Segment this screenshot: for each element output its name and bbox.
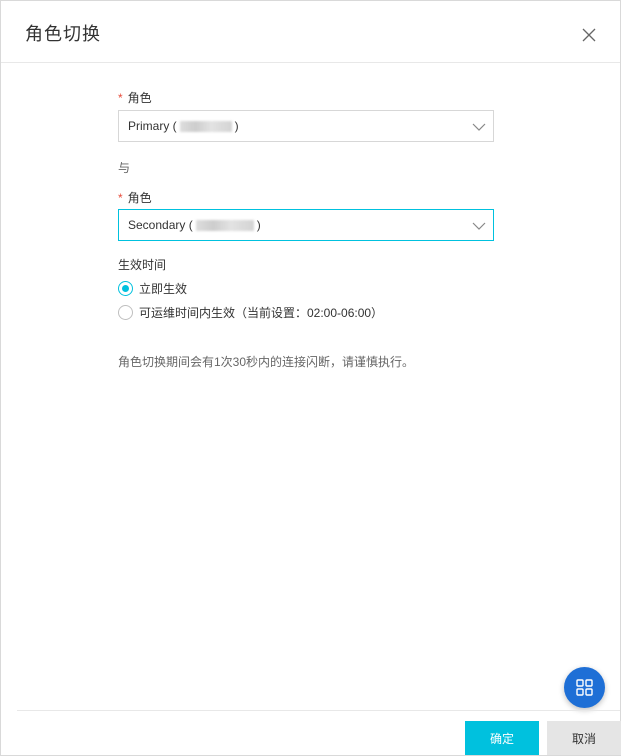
dialog-title: 角色切换 [25,24,101,44]
radio-maintenance-label: 可运维时间内生效（当前设置：02:00-06:00） [139,305,384,320]
required-mark: * [118,91,123,105]
radio-immediate[interactable]: 立即生效 [118,279,187,297]
grid-icon [576,679,593,696]
close-button[interactable] [579,25,599,45]
chevron-down-icon [472,222,486,230]
role2-value-suffix: ) [256,218,261,232]
role1-value-prefix: Primary ( [128,119,177,133]
required-mark: * [118,191,123,205]
floating-menu-button[interactable] [564,667,605,708]
role1-label: 角色 [127,91,152,105]
cancel-button[interactable]: 取消 [547,721,621,755]
footer-divider [17,710,620,711]
redacted-instance-id [195,220,254,232]
role2-label-row: * 角色 [118,189,152,206]
warning-note: 角色切换期间会有1次30秒内的连接闪断，请谨慎执行。 [118,355,415,369]
effective-time-label: 生效时间 [118,258,167,272]
confirm-button[interactable]: 确定 [465,721,539,755]
close-icon [582,28,596,42]
radio-button-checked[interactable] [118,280,133,296]
radio-immediate-label: 立即生效 [139,281,188,296]
role1-select-value: Primary () [128,119,239,133]
role2-select[interactable]: Secondary () [118,209,494,241]
role1-label-row: * 角色 [118,89,152,106]
chevron-down-icon [472,123,486,131]
role2-select-value: Secondary () [128,218,261,232]
conjunction-text: 与 [118,161,131,175]
redacted-instance-id [179,121,232,133]
role-switch-dialog: 角色切换 * 角色 Primary () 与 * 角色 Secondary () 生… [0,0,621,756]
role1-select[interactable]: Primary () [118,110,494,142]
radio-button[interactable] [118,304,133,320]
radio-maintenance-window[interactable]: 可运维时间内生效（当前设置：02:00-06:00） [118,303,383,321]
role2-value-prefix: Secondary ( [128,218,193,232]
dialog-header: 角色切换 [1,1,620,63]
role1-value-suffix: ) [234,119,239,133]
role2-label: 角色 [127,191,152,205]
